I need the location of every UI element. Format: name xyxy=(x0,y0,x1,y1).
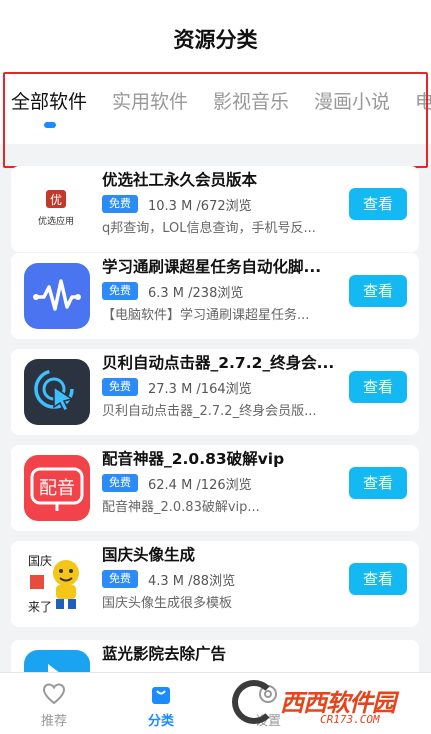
app-name: 配音神器_2.0.83破解vip xyxy=(102,450,285,468)
nav-label: 分类 xyxy=(147,714,174,729)
free-badge: 免费 xyxy=(102,195,138,213)
svg-text:国庆: 国庆 xyxy=(28,554,52,568)
active-tab-indicator xyxy=(44,122,56,128)
list-item[interactable]: 国庆 来了 国庆头像生成 免费 4.3 M /88浏览 国庆头像生成很多模板 查… xyxy=(11,541,419,627)
guoqing-app-icon: 国庆 来了 xyxy=(24,551,90,617)
view-button[interactable]: 查看 xyxy=(349,188,407,220)
watermark-logo-icon xyxy=(232,680,276,724)
free-badge: 免费 xyxy=(102,474,138,492)
category-tabs: 全部软件 实用软件 影视音乐 漫画小说 电 xyxy=(0,70,431,144)
app-name: 贝利自动点击器_2.7.2_终身会... xyxy=(102,354,335,372)
app-name: 国庆头像生成 xyxy=(102,546,196,564)
app-desc: 贝利自动点击器_2.7.2_终身会员版... xyxy=(102,404,317,419)
app-name: 学习通刷课超星任务自动化脚... xyxy=(102,258,322,276)
app-name: 优选社工永久会员版本 xyxy=(102,171,258,189)
app-meta: 6.3 M /238浏览 xyxy=(148,286,244,301)
list-item[interactable]: 学习通刷课超星任务自动化脚... 免费 6.3 M /238浏览 【电脑软件】学… xyxy=(11,253,419,339)
nav-category[interactable]: 分类 xyxy=(131,681,191,729)
view-button[interactable]: 查看 xyxy=(349,467,407,499)
view-button[interactable]: 查看 xyxy=(349,371,407,403)
site-watermark: 西西软件园 CR173.COM xyxy=(232,680,417,730)
nav-label: 推荐 xyxy=(40,714,67,729)
view-button[interactable]: 查看 xyxy=(349,563,407,595)
free-badge: 免费 xyxy=(102,378,138,396)
peiyin-app-icon: 配音 xyxy=(24,455,90,521)
app-desc: 配音神器_2.0.83破解vip... xyxy=(102,500,260,515)
nav-recommend[interactable]: 推荐 xyxy=(24,681,84,729)
bag-icon xyxy=(152,687,170,704)
play-app-icon xyxy=(24,650,90,672)
view-button[interactable]: 查看 xyxy=(349,275,407,307)
svg-text:来了: 来了 xyxy=(28,600,52,614)
waveform-app-icon xyxy=(24,263,90,329)
svg-text:配音: 配音 xyxy=(39,478,75,499)
watermark-url: CR173.COM xyxy=(320,713,380,726)
list-item[interactable]: 配音 配音神器_2.0.83破解vip 免费 62.4 M /126浏览 配音神… xyxy=(11,445,419,531)
free-badge: 免费 xyxy=(102,570,138,588)
app-meta: 4.3 M /88浏览 xyxy=(148,574,236,589)
page-title: 资源分类 xyxy=(173,28,258,52)
heart-icon xyxy=(42,683,66,705)
youxuan-app-icon: 优 优选应用 xyxy=(24,176,90,242)
tab-utility-software[interactable]: 实用软件 xyxy=(112,87,188,114)
tab-film-music[interactable]: 影视音乐 xyxy=(213,87,289,114)
list-item[interactable]: 优 优选应用 优选社工永久会员版本 免费 10.3 M /672浏览 q邦查询，… xyxy=(11,166,419,252)
tab-comics-novels[interactable]: 漫画小说 xyxy=(314,87,390,114)
app-desc: 国庆头像生成很多模板 xyxy=(102,596,233,611)
app-name: 蓝光影院去除广告 xyxy=(102,645,227,663)
app-header: 资源分类 xyxy=(0,0,431,70)
resource-list: 优 优选应用 优选社工永久会员版本 免费 10.3 M /672浏览 q邦查询，… xyxy=(0,150,431,672)
app-meta: 62.4 M /126浏览 xyxy=(148,478,252,493)
free-badge: 免费 xyxy=(102,282,138,300)
list-item[interactable]: 贝利自动点击器_2.7.2_终身会... 免费 27.3 M /164浏览 贝利… xyxy=(11,349,419,435)
tab-more[interactable]: 电 xyxy=(415,87,431,114)
app-desc: q邦查询，LOL信息查询，手机号反... xyxy=(102,221,316,236)
app-meta: 10.3 M /672浏览 xyxy=(148,199,252,214)
svg-text:优选应用: 优选应用 xyxy=(38,215,74,227)
app-meta: 27.3 M /164浏览 xyxy=(148,382,252,397)
list-item[interactable]: 蓝光影院去除广告 xyxy=(11,640,419,672)
app-desc: 【电脑软件】学习通刷课超星任务... xyxy=(102,308,310,323)
svg-text:优: 优 xyxy=(50,193,62,207)
cursor-click-app-icon xyxy=(24,359,90,425)
tab-all-software[interactable]: 全部软件 xyxy=(11,87,87,114)
